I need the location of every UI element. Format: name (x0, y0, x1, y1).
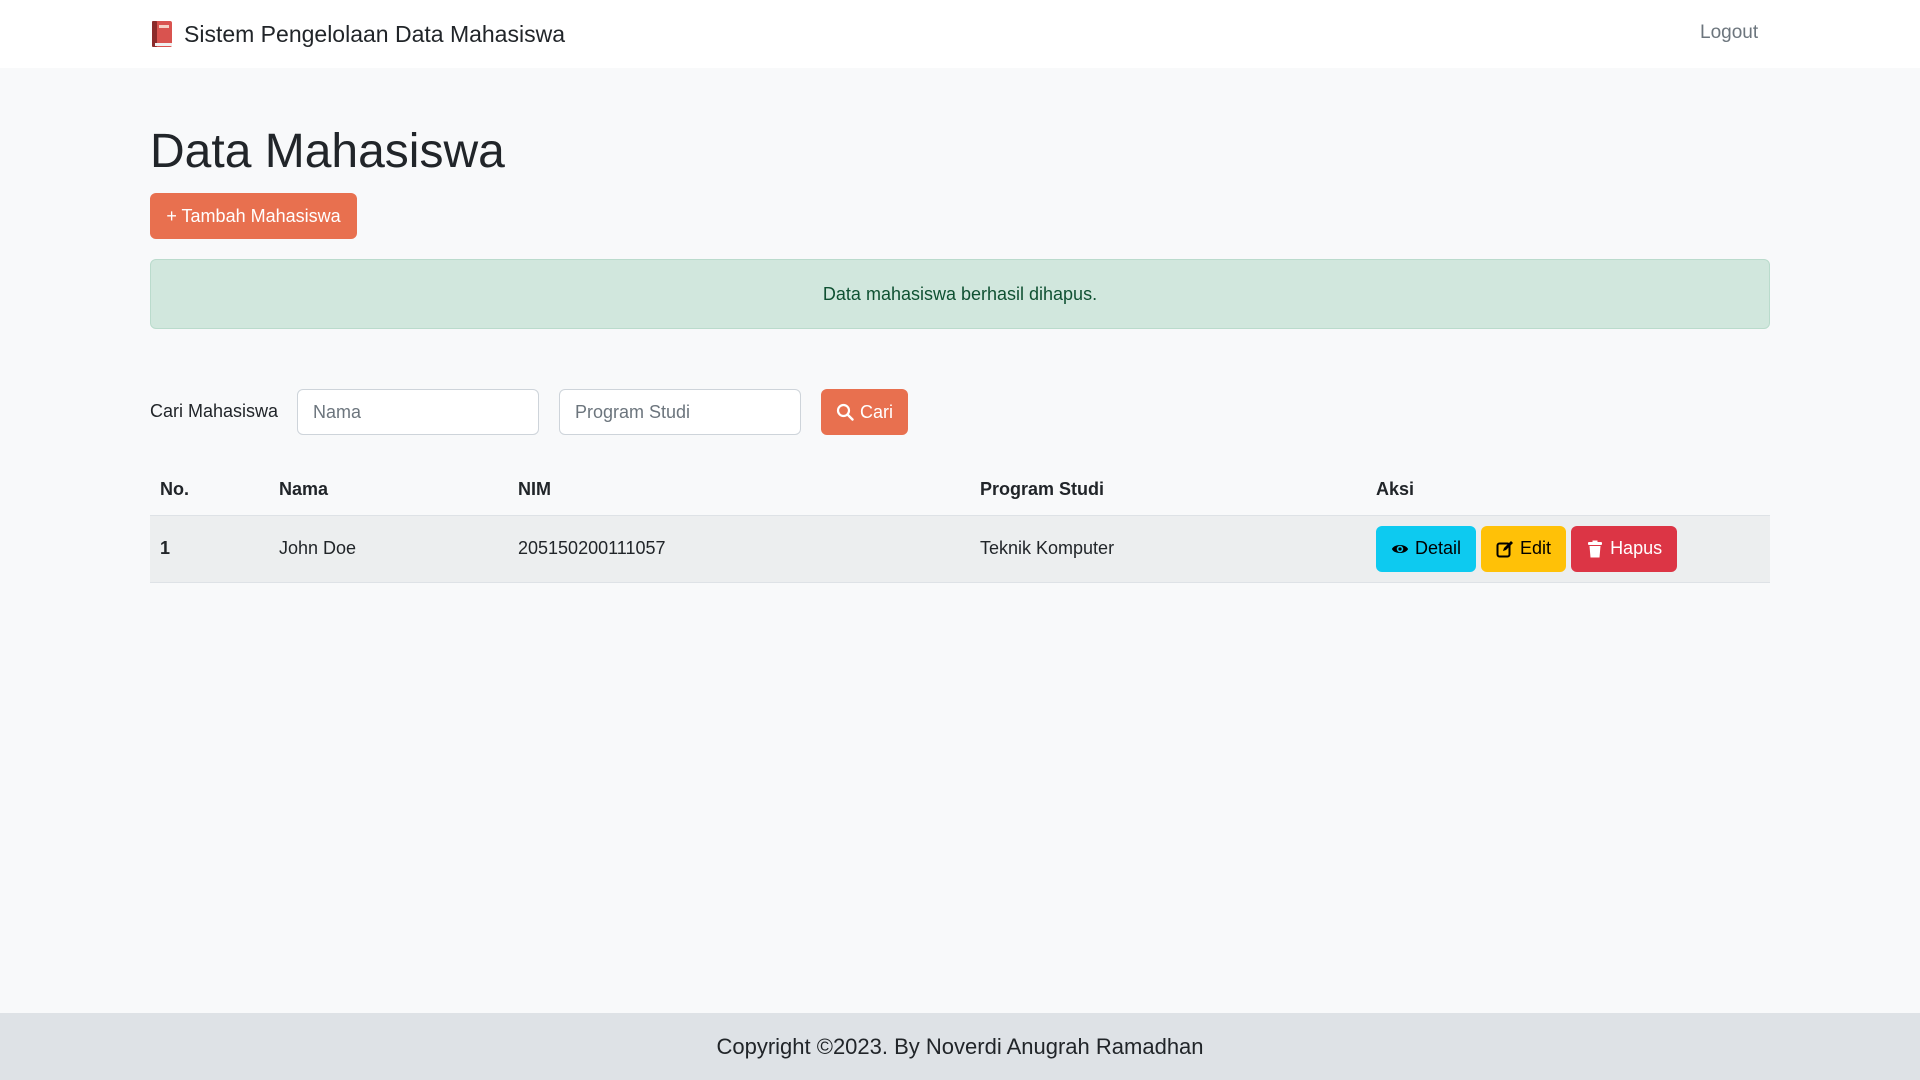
row-actions: Detail Edit Hapus (1376, 525, 1760, 572)
add-student-button[interactable]: + Tambah Mahasiswa (150, 193, 357, 239)
navbar: Sistem Pengelolaan Data Mahasiswa Logout (0, 0, 1920, 68)
footer: Copyright ©2023. By Noverdi Anugrah Rama… (0, 1013, 1920, 1080)
cell-nim: 205150200111057 (508, 515, 970, 583)
header-nim: NIM (508, 465, 970, 516)
search-button-label: Cari (859, 401, 893, 422)
students-table: No. Nama NIM Program Studi Aksi 1 John D… (150, 465, 1770, 583)
cell-no: 1 (150, 515, 269, 583)
header-nama: Nama (269, 465, 508, 516)
cell-nama: John Doe (269, 515, 508, 583)
header-no: No. (150, 465, 269, 516)
edit-button[interactable]: Edit (1481, 525, 1567, 572)
alert-message: Data mahasiswa berhasil dihapus. (822, 283, 1098, 304)
footer-text: Copyright ©2023. By Noverdi Anugrah Rama… (716, 1033, 1204, 1059)
table-header-row: No. Nama NIM Program Studi Aksi (150, 465, 1770, 516)
eye-icon (1391, 544, 1409, 553)
name-search-input[interactable] (297, 389, 539, 435)
brand[interactable]: Sistem Pengelolaan Data Mahasiswa (150, 16, 565, 52)
header-aksi: Aksi (1366, 465, 1770, 516)
cell-actions: Detail Edit Hapus (1366, 515, 1770, 583)
page-title: Data Mahasiswa (150, 125, 505, 178)
delete-button[interactable]: Hapus (1571, 525, 1678, 572)
header-prodi: Program Studi (970, 465, 1366, 516)
cell-prodi: Teknik Komputer (970, 515, 1366, 583)
search-icon (836, 403, 854, 421)
edit-icon (1496, 540, 1514, 557)
table-row: 1 John Doe 205150200111057 Teknik Komput… (150, 515, 1770, 583)
delete-button-label: Hapus (1610, 538, 1663, 558)
brand-text: Sistem Pengelolaan Data Mahasiswa (184, 20, 565, 47)
logout-link[interactable]: Logout (1700, 22, 1758, 44)
detail-button-label: Detail (1415, 538, 1462, 558)
search-button[interactable]: Cari (821, 389, 908, 435)
edit-button-label: Edit (1520, 538, 1552, 558)
book-icon (152, 21, 172, 47)
search-label: Cari Mahasiswa (150, 401, 279, 421)
detail-button[interactable]: Detail (1376, 525, 1477, 572)
success-alert: Data mahasiswa berhasil dihapus. (150, 259, 1770, 329)
prodi-search-input[interactable] (559, 389, 801, 435)
trash-icon (1588, 540, 1603, 557)
